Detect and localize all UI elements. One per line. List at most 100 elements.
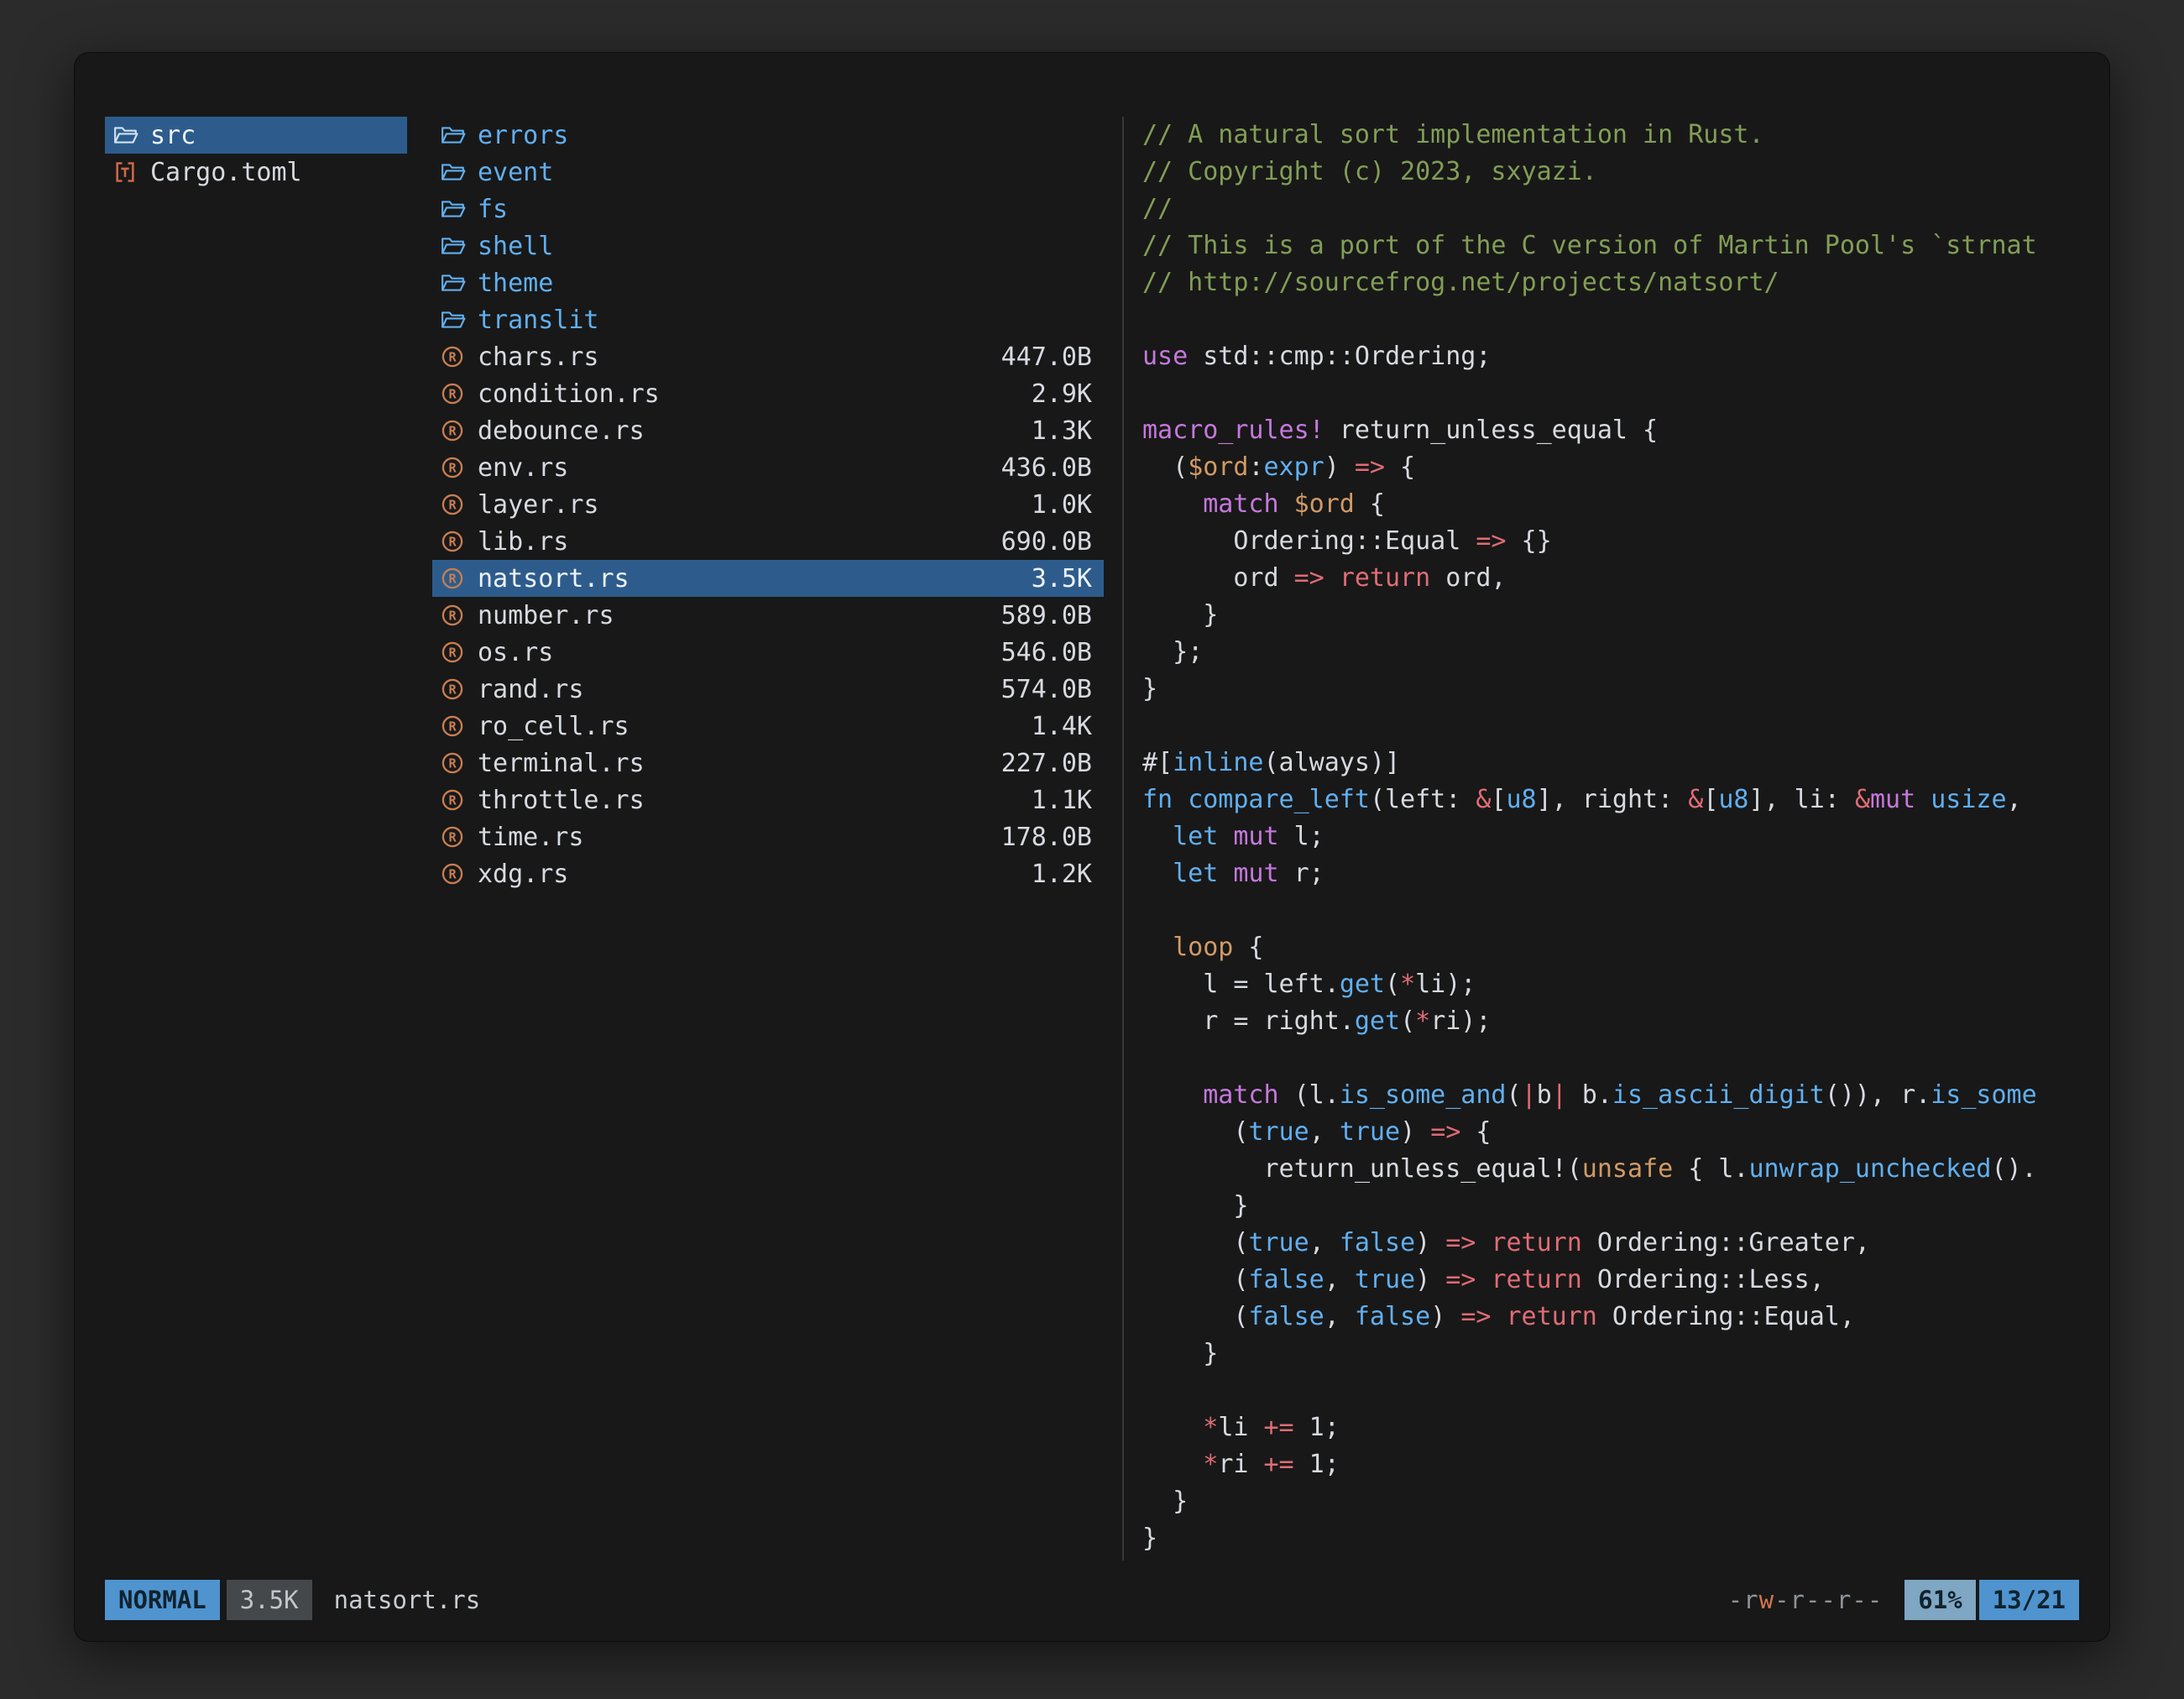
- svg-text:R: R: [448, 571, 457, 586]
- entry-name: fs: [478, 195, 1092, 224]
- code-line: *li += 1;: [1142, 1409, 2079, 1446]
- current-item-layer.rs[interactable]: Rlayer.rs1.0K: [432, 486, 1104, 523]
- current-item-throttle.rs[interactable]: Rthrottle.rs1.1K: [432, 782, 1104, 818]
- current-item-translit[interactable]: translit: [432, 301, 1104, 338]
- entry-name: event: [478, 158, 1092, 187]
- code-line: #[inline(always)]: [1142, 745, 2079, 782]
- code-line: fn compare_left(left: &[u8], right: &[u8…: [1142, 782, 2079, 818]
- code-line: [1142, 375, 2079, 412]
- current-item-ro_cell.rs[interactable]: Rro_cell.rs1.4K: [432, 708, 1104, 745]
- entry-name: chars.rs: [478, 342, 1001, 372]
- folder-open-icon: [441, 124, 478, 146]
- code-line: // This is a port of the C version of Ma…: [1142, 227, 2079, 264]
- code-line: // http://sourcefrog.net/projects/natsor…: [1142, 264, 2079, 301]
- preview-code: // A natural sort implementation in Rust…: [1142, 117, 2079, 1557]
- svg-text:R: R: [448, 423, 457, 438]
- folder-open-icon: [441, 235, 478, 257]
- entry-name: natsort.rs: [478, 564, 1032, 593]
- code-line: r = right.get(*ri);: [1142, 1003, 2079, 1040]
- entry-size: 227.0B: [1001, 749, 1092, 778]
- parent-item-src[interactable]: src: [105, 117, 407, 154]
- toml-icon: [113, 160, 150, 184]
- entry-name: time.rs: [478, 823, 1001, 852]
- svg-text:R: R: [448, 866, 457, 881]
- current-item-terminal.rs[interactable]: Rterminal.rs227.0B: [432, 745, 1104, 782]
- current-item-natsort.rs[interactable]: Rnatsort.rs3.5K: [432, 560, 1104, 597]
- entry-size: 1.2K: [1032, 860, 1092, 889]
- current-item-fs[interactable]: fs: [432, 191, 1104, 227]
- rust-icon: R: [441, 530, 478, 553]
- folder-open-icon: [441, 272, 478, 294]
- current-item-rand.rs[interactable]: Rrand.rs574.0B: [432, 671, 1104, 708]
- current-item-debounce.rs[interactable]: Rdebounce.rs1.3K: [432, 412, 1104, 449]
- rust-icon: R: [441, 382, 478, 405]
- svg-text:R: R: [448, 719, 457, 734]
- current-item-errors[interactable]: errors: [432, 117, 1104, 154]
- entry-name: ro_cell.rs: [478, 712, 1032, 741]
- folder-open-icon: [113, 124, 150, 146]
- entry-name: rand.rs: [478, 675, 1001, 704]
- parent-pane: src Cargo.toml: [105, 117, 407, 1560]
- current-pane: errorseventfsshellthemetranslitRchars.rs…: [432, 117, 1104, 1560]
- entry-size: 1.4K: [1032, 712, 1092, 741]
- code-line: }: [1142, 597, 2079, 634]
- current-item-theme[interactable]: theme: [432, 264, 1104, 301]
- rust-icon: R: [441, 862, 478, 886]
- rust-icon: R: [441, 714, 478, 738]
- parent-item-Cargo.toml[interactable]: Cargo.toml: [105, 154, 407, 191]
- mode-badge: NORMAL: [105, 1580, 220, 1620]
- code-line: // Copyright (c) 2023, sxyazi.: [1142, 154, 2079, 191]
- entry-size: 3.5K: [1032, 564, 1092, 593]
- rust-icon: R: [441, 567, 478, 590]
- current-item-chars.rs[interactable]: Rchars.rs447.0B: [432, 338, 1104, 375]
- panes: src Cargo.toml errors event fs shell themetra…: [105, 117, 2079, 1560]
- code-line: //: [1142, 191, 2079, 227]
- current-item-env.rs[interactable]: Renv.rs436.0B: [432, 449, 1104, 486]
- svg-text:R: R: [448, 645, 457, 660]
- code-line: (false, false) => return Ordering::Equal…: [1142, 1299, 2079, 1336]
- entry-name: terminal.rs: [478, 749, 1001, 778]
- code-line: let mut l;: [1142, 818, 2079, 855]
- svg-text:R: R: [448, 534, 457, 549]
- entry-size: 690.0B: [1001, 527, 1092, 557]
- entry-size: 436.0B: [1001, 453, 1092, 483]
- yazi-window: src Cargo.toml errors event fs shell themetra…: [74, 52, 2110, 1642]
- current-pane-list: errorseventfsshellthemetranslitRchars.rs…: [432, 117, 1104, 892]
- entry-size: 1.1K: [1032, 786, 1092, 815]
- code-line: use std::cmp::Ordering;: [1142, 338, 2079, 375]
- entry-size: 2.9K: [1032, 379, 1092, 409]
- code-line: }: [1142, 1336, 2079, 1372]
- current-item-time.rs[interactable]: Rtime.rs178.0B: [432, 818, 1104, 855]
- rust-icon: R: [441, 751, 478, 775]
- code-line: }: [1142, 1520, 2079, 1557]
- svg-text:R: R: [448, 497, 457, 512]
- preview-pane: // A natural sort implementation in Rust…: [1142, 117, 2079, 1560]
- entry-name: shell: [478, 232, 1092, 261]
- rust-icon: R: [441, 493, 478, 516]
- permissions-suffix: -r--r--: [1774, 1586, 1883, 1614]
- current-item-xdg.rs[interactable]: Rxdg.rs1.2K: [432, 855, 1104, 892]
- code-line: ord => return ord,: [1142, 560, 2079, 597]
- code-line: // A natural sort implementation in Rust…: [1142, 117, 2079, 154]
- entry-name: errors: [478, 121, 1092, 150]
- entry-name: xdg.rs: [478, 860, 1032, 889]
- current-item-os.rs[interactable]: Ros.rs546.0B: [432, 634, 1104, 671]
- code-line: (true, false) => return Ordering::Greate…: [1142, 1225, 2079, 1262]
- current-item-condition.rs[interactable]: Rcondition.rs2.9K: [432, 375, 1104, 412]
- current-item-number.rs[interactable]: Rnumber.rs589.0B: [432, 597, 1104, 634]
- code-line: [1142, 1040, 2079, 1077]
- entry-name: env.rs: [478, 453, 1001, 483]
- current-item-lib.rs[interactable]: Rlib.rs690.0B: [432, 523, 1104, 560]
- status-filename: natsort.rs: [334, 1586, 481, 1614]
- code-line: loop {: [1142, 929, 2079, 966]
- code-line: }: [1142, 671, 2079, 708]
- current-item-shell[interactable]: shell: [432, 227, 1104, 264]
- entry-name: Cargo.toml: [150, 158, 395, 187]
- rust-icon: R: [441, 604, 478, 627]
- entry-size: 178.0B: [1001, 823, 1092, 852]
- svg-text:R: R: [448, 460, 457, 475]
- scroll-percent-badge: 61%: [1904, 1580, 1975, 1620]
- code-line: let mut r;: [1142, 855, 2079, 892]
- folder-open-icon: [441, 161, 478, 183]
- current-item-event[interactable]: event: [432, 154, 1104, 191]
